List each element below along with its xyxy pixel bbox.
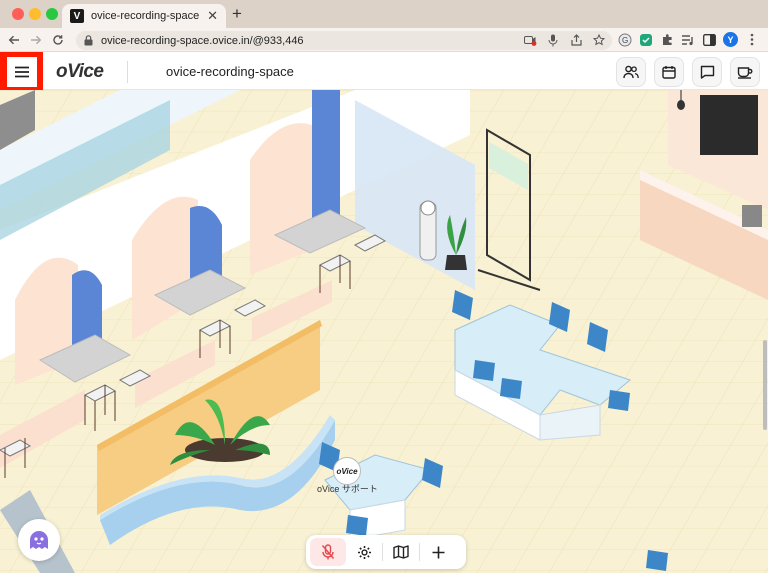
app-header: oVice ovice-recording-space <box>0 52 768 92</box>
address-bar[interactable]: ovice-recording-space.ovice.in/@933,446 <box>76 31 612 50</box>
calendar-button[interactable] <box>654 57 684 87</box>
ovice-logo: oVice <box>56 61 104 82</box>
bottom-toolbar <box>306 535 466 569</box>
office-map[interactable]: oVice oVice サポート <box>0 90 768 573</box>
microphone-icon[interactable] <box>546 33 560 47</box>
coffee-button[interactable] <box>730 57 760 87</box>
ovice-favicon-icon: V <box>70 9 84 23</box>
extension-translate-icon[interactable]: G <box>618 33 632 47</box>
add-button[interactable] <box>420 538 456 566</box>
header-divider <box>127 61 128 83</box>
browser-toolbar: ovice-recording-space.ovice.in/@933,446 … <box>0 28 768 52</box>
members-icon <box>623 65 639 79</box>
browser-tabbar: V ovice-recording-space | oVice ✕ + <box>0 0 768 28</box>
map-icon <box>393 545 409 559</box>
office-map-illustration <box>0 90 768 573</box>
maximize-window-button[interactable] <box>46 8 58 20</box>
chat-button[interactable] <box>692 57 722 87</box>
settings-icon <box>357 545 371 559</box>
browser-tab[interactable]: V ovice-recording-space | oVice ✕ <box>62 4 226 28</box>
mic-toggle-button[interactable] <box>310 538 346 566</box>
forward-icon[interactable] <box>26 30 46 50</box>
menu-button-highlight[interactable] <box>0 52 43 92</box>
browser-menu-icon[interactable] <box>745 33 759 47</box>
tab-close-icon[interactable]: ✕ <box>207 8 218 24</box>
side-panel-icon[interactable] <box>702 33 716 47</box>
map-scrollbar-thumb[interactable] <box>763 340 767 430</box>
support-avatar-label: oVice サポート <box>317 484 378 494</box>
lock-icon <box>84 35 93 46</box>
tab-title: ovice-recording-space | oVice <box>91 10 203 22</box>
extension-shield-icon[interactable] <box>639 33 653 47</box>
reload-icon[interactable] <box>48 30 68 50</box>
calendar-icon <box>662 66 676 79</box>
camera-blocked-icon[interactable] <box>523 33 537 47</box>
url-text: ovice-recording-space.ovice.in/@933,446 <box>101 34 304 47</box>
members-button[interactable] <box>616 57 646 87</box>
coffee-icon <box>737 67 753 79</box>
share-icon[interactable] <box>569 33 583 47</box>
map-button[interactable] <box>383 538 419 566</box>
map-scrollbar[interactable] <box>762 90 768 573</box>
new-tab-icon[interactable]: + <box>232 5 242 22</box>
profile-avatar[interactable]: Y <box>723 32 738 47</box>
assistant-bubble[interactable] <box>18 519 60 561</box>
close-window-button[interactable] <box>12 8 24 20</box>
media-queue-icon[interactable] <box>681 33 695 47</box>
bookmark-star-icon[interactable] <box>592 33 606 47</box>
extensions-puzzle-icon[interactable] <box>660 33 674 47</box>
back-icon[interactable] <box>4 30 24 50</box>
settings-button[interactable] <box>346 538 382 566</box>
chat-icon <box>700 65 714 79</box>
minimize-window-button[interactable] <box>29 8 41 20</box>
plus-icon <box>432 546 444 558</box>
support-avatar[interactable]: oVice <box>333 457 361 485</box>
mic-muted-icon <box>321 544 335 560</box>
hamburger-icon[interactable] <box>6 57 37 87</box>
svg-text:G: G <box>622 36 628 45</box>
ghost-avatar-icon <box>30 531 48 549</box>
space-name: ovice-recording-space <box>166 64 294 79</box>
